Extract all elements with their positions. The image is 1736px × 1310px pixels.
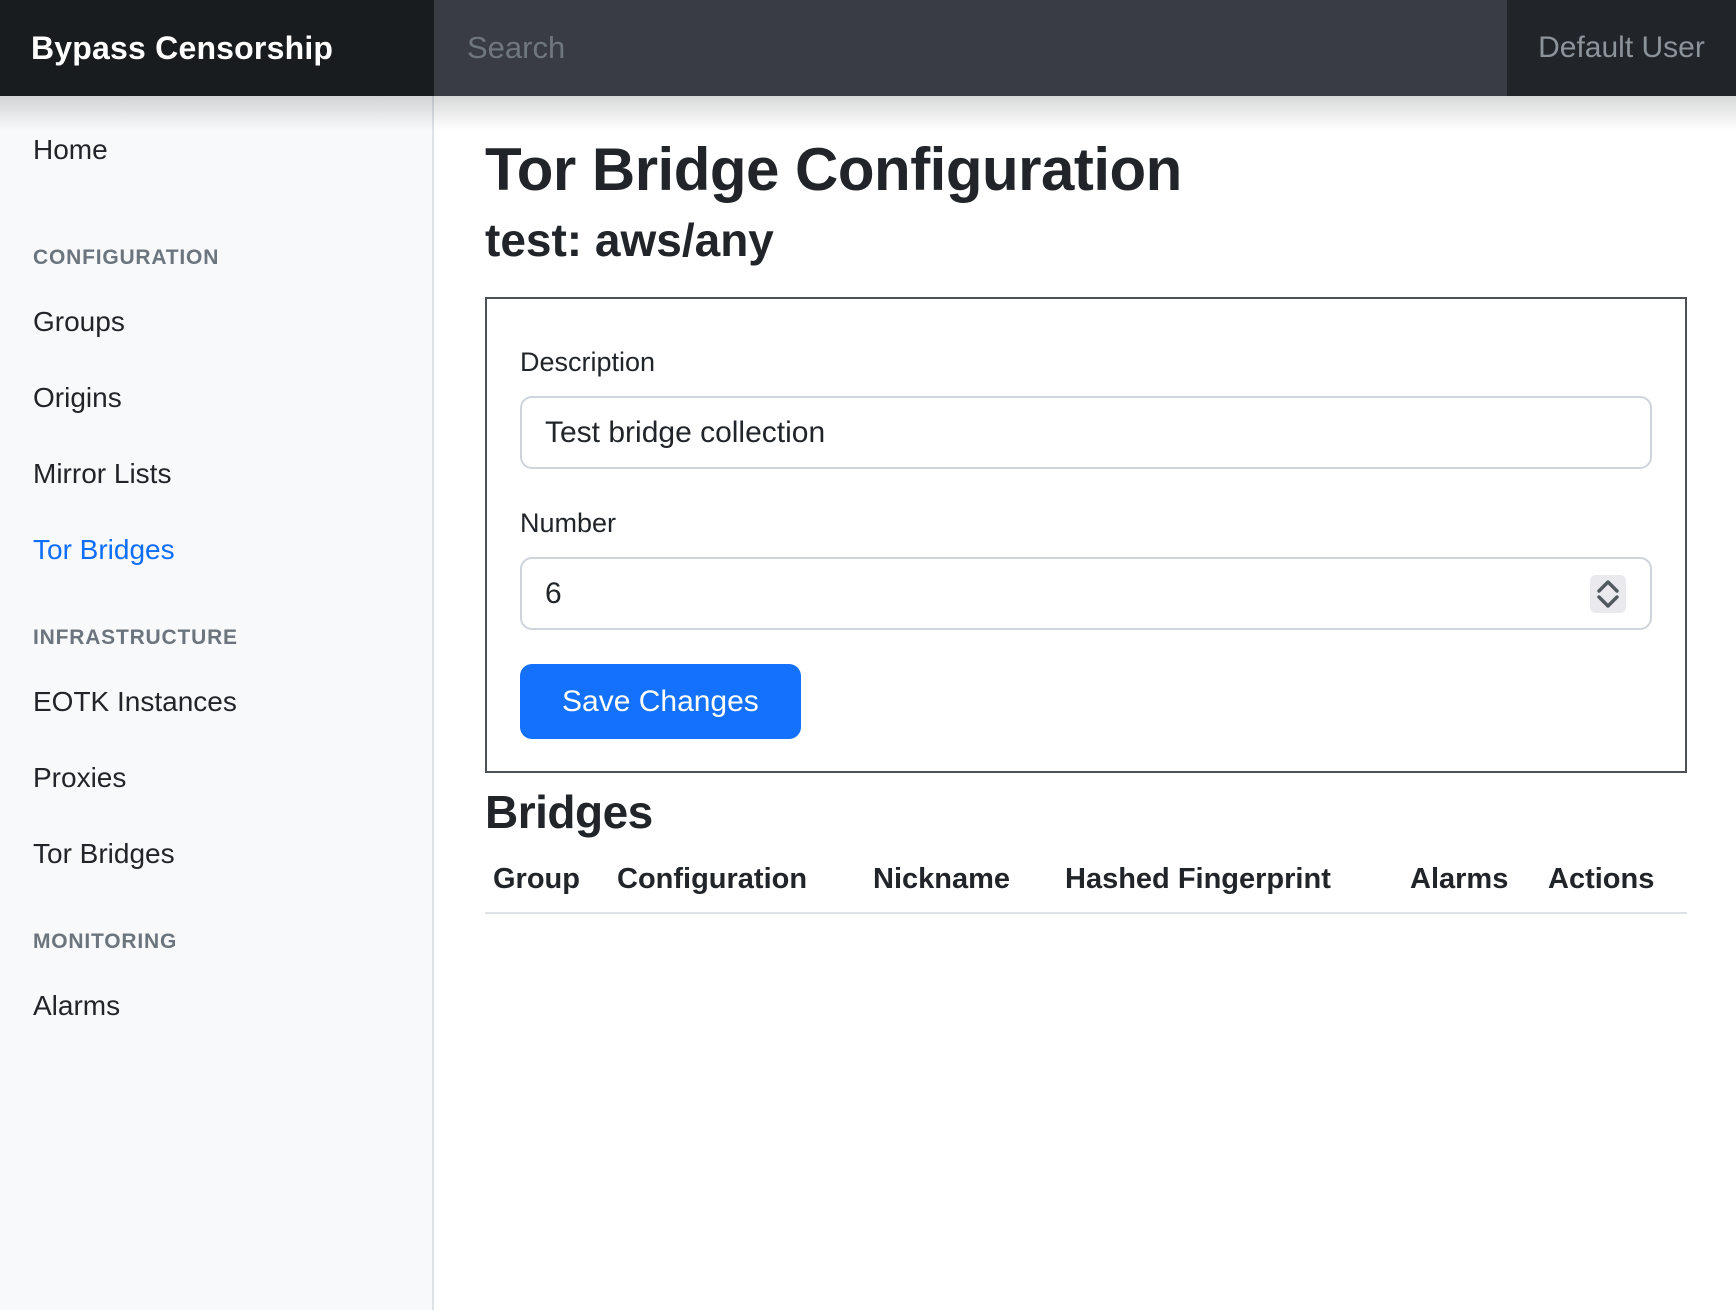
bridges-section-title: Bridges xyxy=(485,787,1687,837)
page-subtitle: test: aws/any xyxy=(485,215,1687,265)
number-label: Number xyxy=(520,503,1652,543)
sidebar-item-alarms[interactable]: Alarms xyxy=(33,968,432,1044)
chevron-down-icon xyxy=(1597,595,1619,608)
description-field[interactable] xyxy=(520,396,1652,469)
sidebar-item-tor-bridges-infra[interactable]: Tor Bridges xyxy=(33,816,432,892)
sidebar-section-configuration: CONFIGURATION xyxy=(33,232,432,284)
bridges-table-header-row: Group Configuration Nickname Hashed Fing… xyxy=(485,863,1687,913)
number-field[interactable] xyxy=(520,557,1652,630)
sidebar-section-infrastructure: INFRASTRUCTURE xyxy=(33,612,432,664)
col-hashed-fingerprint: Hashed Fingerprint xyxy=(1057,863,1402,913)
col-configuration: Configuration xyxy=(609,863,865,913)
chevron-up-icon xyxy=(1597,580,1619,593)
app-title: Bypass Censorship xyxy=(31,30,333,67)
sidebar-item-origins[interactable]: Origins xyxy=(33,360,432,436)
sidebar-item-proxies[interactable]: Proxies xyxy=(33,740,432,816)
col-nickname: Nickname xyxy=(865,863,1057,913)
page-title: Tor Bridge Configuration xyxy=(485,137,1687,203)
sidebar-section-monitoring: MONITORING xyxy=(33,916,432,968)
main-content: Tor Bridge Configuration test: aws/any D… xyxy=(434,96,1736,1310)
sidebar: Home CONFIGURATION Groups Origins Mirror… xyxy=(0,96,434,1310)
sidebar-item-home[interactable]: Home xyxy=(33,112,432,188)
bridge-config-form: Description Number Save xyxy=(485,297,1687,773)
bridges-table: Group Configuration Nickname Hashed Fing… xyxy=(485,863,1687,914)
brand-block: Bypass Censorship xyxy=(0,0,434,96)
top-navbar: Bypass Censorship Default User xyxy=(0,0,1736,96)
navbar-search-area xyxy=(434,0,1507,96)
sidebar-item-mirror-lists[interactable]: Mirror Lists xyxy=(33,436,432,512)
number-stepper[interactable] xyxy=(1590,575,1626,613)
col-group: Group xyxy=(485,863,609,913)
description-label: Description xyxy=(520,342,1652,382)
col-actions: Actions xyxy=(1540,863,1687,913)
save-button[interactable]: Save Changes xyxy=(520,664,801,739)
user-menu-label: Default User xyxy=(1538,31,1705,65)
search-input[interactable] xyxy=(434,0,1507,96)
sidebar-item-tor-bridges-config[interactable]: Tor Bridges xyxy=(33,512,432,588)
user-menu[interactable]: Default User xyxy=(1507,0,1736,96)
sidebar-item-groups[interactable]: Groups xyxy=(33,284,432,360)
col-alarms: Alarms xyxy=(1402,863,1540,913)
sidebar-item-eotk-instances[interactable]: EOTK Instances xyxy=(33,664,432,740)
